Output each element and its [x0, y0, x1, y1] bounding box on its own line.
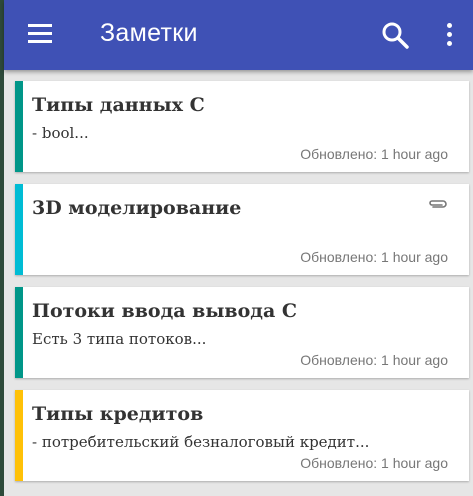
more-vert-icon — [447, 23, 452, 28]
note-preview: - bool... — [32, 124, 89, 142]
note-card[interactable]: Потоки ввода вывода С Есть 3 типа потоко… — [15, 287, 469, 378]
menu-icon-line — [28, 40, 52, 43]
menu-icon-line — [28, 32, 52, 35]
note-color-bar — [15, 81, 23, 172]
note-preview: Есть 3 типа потоков... — [32, 330, 207, 348]
note-title: Потоки ввода вывода С — [32, 300, 297, 322]
note-title: Типы кредитов — [32, 403, 204, 425]
note-updated: Обновлено: 1 hour ago — [300, 249, 448, 265]
page-title: Заметки — [100, 19, 198, 47]
note-updated: Обновлено: 1 hour ago — [300, 455, 448, 471]
note-card[interactable]: Типы данных С - bool... Обновлено: 1 hou… — [15, 81, 469, 172]
app-bar: Заметки — [4, 0, 473, 70]
note-updated: Обновлено: 1 hour ago — [300, 352, 448, 368]
attachment-icon — [429, 200, 447, 208]
search-icon — [382, 22, 409, 49]
note-updated: Обновлено: 1 hour ago — [300, 146, 448, 162]
menu-icon-line — [28, 24, 52, 27]
note-color-bar — [15, 287, 23, 378]
note-card[interactable]: Типы кредитов - потребительский безналог… — [15, 390, 469, 481]
search-button[interactable] — [380, 20, 410, 50]
more-vert-icon — [447, 32, 452, 37]
left-edge-strip — [0, 0, 4, 496]
more-vert-icon — [447, 41, 452, 46]
note-preview: - потребительский безналоговый кредит... — [32, 433, 370, 451]
note-color-bar — [15, 390, 23, 481]
more-options-button[interactable] — [440, 20, 458, 50]
note-title: Типы данных С — [32, 94, 205, 116]
note-title: 3D моделирование — [32, 197, 242, 219]
note-color-bar — [15, 184, 23, 275]
note-card[interactable]: 3D моделирование Обновлено: 1 hour ago — [15, 184, 469, 275]
menu-button[interactable] — [26, 21, 54, 47]
